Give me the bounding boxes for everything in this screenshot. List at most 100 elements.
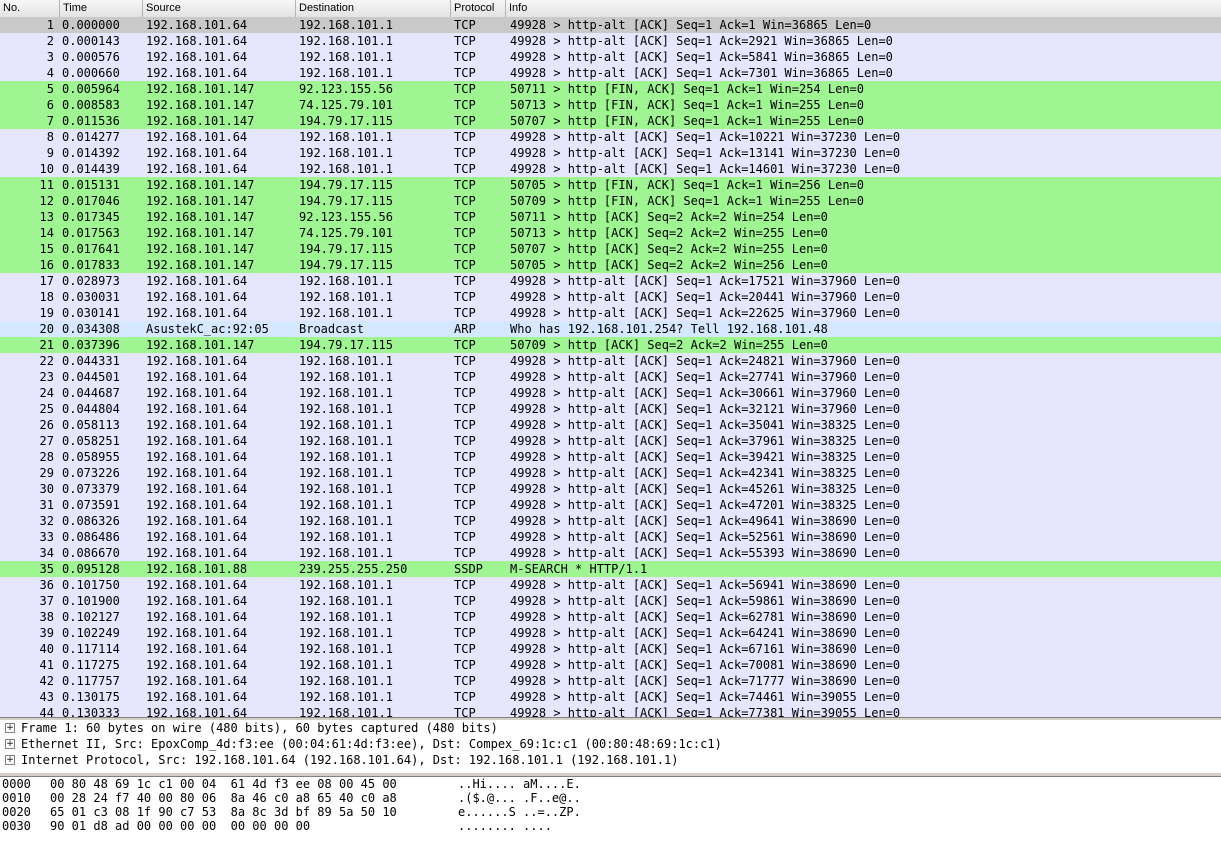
bytes-offset[interactable]: 0000 [2,777,31,791]
packet-no: 29 [39,466,54,480]
packet-row[interactable]: 32 0.086326 192.168.101.64 192.168.101.1 TCP… [0,513,1221,529]
packet-row[interactable]: 39 0.102249 192.168.101.64 192.168.101.1 TCP… [0,625,1221,641]
packet-row[interactable]: 36 0.101750 192.168.101.64 192.168.101.1 TCP… [0,577,1221,593]
packet-time: 0.017641 [62,242,120,256]
packet-row[interactable]: 2 0.000143 192.168.101.64 192.168.101.1 TCP 4… [0,33,1221,49]
packet-row[interactable]: 25 0.044804 192.168.101.64 192.168.101.1 TCP… [0,401,1221,417]
bytes-offset[interactable]: 0030 [2,819,31,833]
packet-row[interactable]: 10 0.014439 192.168.101.64 192.168.101.1 TCP… [0,161,1221,177]
bytes-offset[interactable]: 0010 [2,791,31,805]
packet-row[interactable]: 38 0.102127 192.168.101.64 192.168.101.1 TCP… [0,609,1221,625]
packet-row[interactable]: 13 0.017345 192.168.101.147 92.123.155.56 TC… [0,209,1221,225]
packet-time: 0.073226 [62,466,120,480]
expand-icon[interactable]: + [5,723,15,733]
packet-source: 192.168.101.64 [146,306,248,320]
column-header-destination[interactable]: Destination [296,0,451,17]
packet-destination: 194.79.17.115 [299,114,393,128]
expand-icon[interactable]: + [5,739,15,749]
packet-row[interactable]: 22 0.044331 192.168.101.64 192.168.101.1 TCP… [0,353,1221,369]
packet-row[interactable]: 33 0.086486 192.168.101.64 192.168.101.1 TCP… [0,529,1221,545]
packet-list-pane[interactable]: No. Time Source Destination Protocol Inf… [0,0,1221,717]
packet-time: 0.058113 [62,418,120,432]
packet-row[interactable]: 9 0.014392 192.168.101.64 192.168.101.1 TCP 4… [0,145,1221,161]
packet-row[interactable]: 29 0.073226 192.168.101.64 192.168.101.1 TCP… [0,465,1221,481]
packet-row[interactable]: 5 0.005964 192.168.101.147 92.123.155.56 TCP… [0,81,1221,97]
bytes-hex[interactable]: 65 01 c3 08 1f 90 c7 53 8a 8c 3d bf 89 5… [50,805,397,819]
detail-tree-item[interactable]: + Ethernet II, Src: EpoxComp_4d:f3:ee (00… [0,736,1221,752]
packet-no: 6 [46,98,54,112]
bytes-hex[interactable]: 00 80 48 69 1c c1 00 04 61 4d f3 ee 08 0… [50,777,397,791]
packet-row[interactable]: 35 0.095128 192.168.101.88 239.255.255.250 S… [0,561,1221,577]
bytes-hex[interactable]: 90 01 d8 ad 00 00 00 00 00 00 00 00 [50,819,310,833]
packet-protocol: TCP [454,50,476,64]
packet-row[interactable]: 1 0.000000 192.168.101.64 192.168.101.1 TCP 4… [0,17,1221,33]
packet-row[interactable]: 30 0.073379 192.168.101.64 192.168.101.1 TCP… [0,481,1221,497]
packet-source: 192.168.101.64 [146,450,248,464]
packet-row[interactable]: 17 0.028973 192.168.101.64 192.168.101.1 TCP… [0,273,1221,289]
column-header-time[interactable]: Time [60,0,143,17]
bytes-ascii[interactable]: ..Hi.... aM....E. [458,777,581,791]
packet-no: 21 [39,338,54,352]
column-header-info[interactable]: Info [506,0,1221,17]
bytes-hex[interactable]: 00 28 24 f7 40 00 80 06 8a 46 c0 a8 65 4… [50,791,397,805]
packet-info: 49928 > http-alt [ACK] Seq=1 Ack=62781 W… [510,610,901,624]
column-header-no[interactable]: No. [0,0,60,17]
packet-no: 22 [39,354,54,368]
packet-row[interactable]: 21 0.037396 192.168.101.147 194.79.17.115 TC… [0,337,1221,353]
packet-row[interactable]: 18 0.030031 192.168.101.64 192.168.101.1 TCP… [0,289,1221,305]
packet-row[interactable]: 8 0.014277 192.168.101.64 192.168.101.1 TCP 4… [0,129,1221,145]
packet-info: 50707 > http [FIN, ACK] Seq=1 Ack=1 Win=… [510,114,865,128]
bytes-ascii[interactable]: ........ .... [458,819,552,833]
packet-row[interactable]: 7 0.011536 192.168.101.147 194.79.17.115 TCP… [0,113,1221,129]
packet-source: AsustekC_ac:92:05 [146,322,269,336]
packet-row[interactable]: 16 0.017833 192.168.101.147 194.79.17.115 TC… [0,257,1221,273]
packet-row[interactable]: 41 0.117275 192.168.101.64 192.168.101.1 TCP… [0,657,1221,673]
packet-row[interactable]: 34 0.086670 192.168.101.64 192.168.101.1 TCP… [0,545,1221,561]
column-header-protocol[interactable]: Protocol [451,0,506,17]
packet-row[interactable]: 24 0.044687 192.168.101.64 192.168.101.1 TCP… [0,385,1221,401]
packet-row[interactable]: 44 0.130333 192.168.101.64 192.168.101.1 TCP… [0,705,1221,717]
packet-row[interactable]: 4 0.000660 192.168.101.64 192.168.101.1 TCP 4… [0,65,1221,81]
detail-text: Frame 1: 60 bytes on wire (480 bits), 60… [21,721,498,735]
packet-row[interactable]: 28 0.058955 192.168.101.64 192.168.101.1 TCP… [0,449,1221,465]
bytes-offset[interactable]: 0020 [2,805,31,819]
packet-time: 0.005964 [62,82,120,96]
packet-row[interactable]: 6 0.008583 192.168.101.147 74.125.79.101 TCP… [0,97,1221,113]
packet-details-pane[interactable]: + Frame 1: 60 bytes on wire (480 bits), 6… [0,720,1221,774]
packet-row[interactable]: 19 0.030141 192.168.101.64 192.168.101.1 TCP… [0,305,1221,321]
packet-row[interactable]: 12 0.017046 192.168.101.147 194.79.17.115 TC… [0,193,1221,209]
packet-row[interactable]: 23 0.044501 192.168.101.64 192.168.101.1 TCP… [0,369,1221,385]
packet-row[interactable]: 26 0.058113 192.168.101.64 192.168.101.1 TCP… [0,417,1221,433]
packet-time: 0.034308 [62,322,120,336]
packet-row[interactable]: 40 0.117114 192.168.101.64 192.168.101.1 TCP… [0,641,1221,657]
packet-row[interactable]: 20 0.034308 AsustekC_ac:92:05 Broadcast ARP W… [0,321,1221,337]
packet-protocol: ARP [454,322,476,336]
packet-protocol: TCP [454,402,476,416]
bytes-ascii[interactable]: e......S ..=..ZP. [458,805,581,819]
packet-time: 0.008583 [62,98,120,112]
packet-destination: 192.168.101.1 [299,162,393,176]
packet-bytes-pane[interactable]: 0000 00 80 48 69 1c c1 00 04 61 4d f3 ee … [0,777,1221,853]
packet-row[interactable]: 43 0.130175 192.168.101.64 192.168.101.1 TCP… [0,689,1221,705]
packet-source: 192.168.101.64 [146,514,248,528]
packet-row[interactable]: 27 0.058251 192.168.101.64 192.168.101.1 TCP… [0,433,1221,449]
packet-row[interactable]: 37 0.101900 192.168.101.64 192.168.101.1 TCP… [0,593,1221,609]
packet-destination: 192.168.101.1 [299,450,393,464]
packet-no: 7 [46,114,54,128]
packet-row[interactable]: 31 0.073591 192.168.101.64 192.168.101.1 TCP… [0,497,1221,513]
packet-destination: 192.168.101.1 [299,370,393,384]
packet-destination: 192.168.101.1 [299,34,393,48]
detail-tree-item[interactable]: + Internet Protocol, Src: 192.168.101.64 … [0,752,1221,768]
detail-tree-item[interactable]: + Frame 1: 60 bytes on wire (480 bits), 6… [0,720,1221,736]
packet-no: 20 [39,322,54,336]
packet-row[interactable]: 15 0.017641 192.168.101.147 194.79.17.115 TC… [0,241,1221,257]
packet-row[interactable]: 3 0.000576 192.168.101.64 192.168.101.1 TCP 4… [0,49,1221,65]
packet-protocol: TCP [454,610,476,624]
packet-row[interactable]: 14 0.017563 192.168.101.147 74.125.79.101 TC… [0,225,1221,241]
packet-row[interactable]: 11 0.015131 192.168.101.147 194.79.17.115 TC… [0,177,1221,193]
expand-icon[interactable]: + [5,755,15,765]
column-header-source[interactable]: Source [143,0,296,17]
packet-source: 192.168.101.64 [146,706,248,717]
bytes-ascii[interactable]: .($.@... .F..e@.. [458,791,581,805]
packet-row[interactable]: 42 0.117757 192.168.101.64 192.168.101.1 TCP… [0,673,1221,689]
